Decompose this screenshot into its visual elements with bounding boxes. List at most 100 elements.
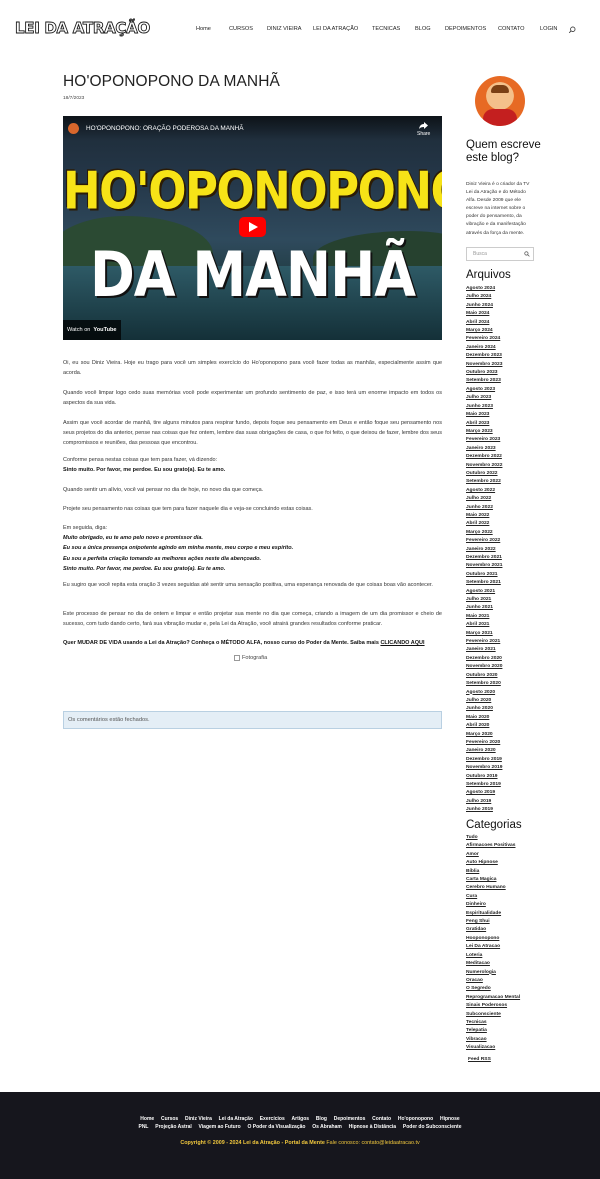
- category-link[interactable]: Espiritualidade: [466, 910, 520, 918]
- site-logo[interactable]: LEI DA ATRAÇÃO: [15, 19, 151, 38]
- archive-link[interactable]: Março 2022: [466, 529, 502, 537]
- footer-link[interactable]: Diniz Vieira: [185, 1116, 212, 1122]
- footer-link[interactable]: Artigos: [292, 1116, 310, 1122]
- category-link[interactable]: Feng Shui: [466, 918, 520, 926]
- category-link[interactable]: Cura: [466, 893, 520, 901]
- archive-link[interactable]: Setembro 2019: [466, 781, 502, 789]
- archive-link[interactable]: Agosto 2019: [466, 789, 502, 797]
- footer-link[interactable]: PNL: [138, 1124, 148, 1130]
- archive-link[interactable]: Junho 2023: [466, 403, 502, 411]
- archive-link[interactable]: Dezembro 2022: [466, 453, 502, 461]
- nav-home[interactable]: Home: [196, 26, 211, 32]
- category-link[interactable]: Numerologia: [466, 969, 520, 977]
- archive-link[interactable]: Dezembro 2023: [466, 352, 502, 360]
- archive-link[interactable]: Agosto 2021: [466, 588, 502, 596]
- archive-link[interactable]: Agosto 2020: [466, 689, 502, 697]
- category-link[interactable]: Gratidao: [466, 926, 520, 934]
- video-title[interactable]: HO'OPONOPONO: ORAÇÃO PODEROSA DA MANHÃ: [86, 125, 243, 132]
- search-input[interactable]: Busca: [473, 251, 487, 257]
- archive-link[interactable]: Outubro 2019: [466, 773, 502, 781]
- category-link[interactable]: Cerebro Humano: [466, 884, 520, 892]
- footer-link[interactable]: Exercícios: [260, 1116, 285, 1122]
- archive-link[interactable]: Maio 2024: [466, 310, 502, 318]
- category-link[interactable]: Carta Magica: [466, 876, 520, 884]
- category-link[interactable]: Bíblia: [466, 868, 520, 876]
- archive-link[interactable]: Julho 2022: [466, 495, 502, 503]
- category-link[interactable]: Amor: [466, 851, 520, 859]
- archive-link[interactable]: Fevereiro 2021: [466, 638, 502, 646]
- archive-link[interactable]: Maio 2021: [466, 613, 502, 621]
- category-link[interactable]: Tecnicas: [466, 1019, 520, 1027]
- archive-link[interactable]: Janeiro 2021: [466, 646, 502, 654]
- footer-link[interactable]: Depoimentos: [334, 1116, 366, 1122]
- sidebar-search[interactable]: Busca: [466, 247, 534, 261]
- footer-link[interactable]: Cursos: [161, 1116, 178, 1122]
- footer-link[interactable]: O Poder da Visualização: [247, 1124, 305, 1130]
- archive-link[interactable]: Junho 2021: [466, 604, 502, 612]
- category-link[interactable]: Tudo: [466, 834, 520, 842]
- archive-link[interactable]: Novembro 2019: [466, 764, 502, 772]
- nav-cursos[interactable]: CURSOS: [229, 26, 253, 32]
- archive-link[interactable]: Fevereiro 2022: [466, 537, 502, 545]
- archive-link[interactable]: Agosto 2023: [466, 386, 502, 394]
- archive-link[interactable]: Outubro 2020: [466, 672, 502, 680]
- archive-link[interactable]: Abril 2024: [466, 319, 502, 327]
- archive-link[interactable]: Dezembro 2021: [466, 554, 502, 562]
- nav-depoimentos[interactable]: DEPOIMENTOS: [445, 26, 486, 32]
- search-icon[interactable]: [524, 251, 530, 257]
- archive-link[interactable]: Outubro 2023: [466, 369, 502, 377]
- archive-link[interactable]: Novembro 2023: [466, 361, 502, 369]
- archive-link[interactable]: Novembro 2021: [466, 562, 502, 570]
- category-link[interactable]: Afirmacoes Positivas: [466, 842, 520, 850]
- archive-link[interactable]: Junho 2022: [466, 504, 502, 512]
- category-link[interactable]: Subconsciente: [466, 1011, 520, 1019]
- archive-link[interactable]: Março 2020: [466, 731, 502, 739]
- footer-link[interactable]: Poder do Subconsciente: [403, 1124, 462, 1130]
- archive-link[interactable]: Maio 2020: [466, 714, 502, 722]
- archive-link[interactable]: Setembro 2021: [466, 579, 502, 587]
- category-link[interactable]: Telepatia: [466, 1027, 520, 1035]
- footer-link[interactable]: Os Abraham: [312, 1124, 342, 1130]
- archive-link[interactable]: Novembro 2020: [466, 663, 502, 671]
- archive-link[interactable]: Julho 2021: [466, 596, 502, 604]
- footer-link[interactable]: Blog: [316, 1116, 327, 1122]
- archive-link[interactable]: Agosto 2024: [466, 285, 502, 293]
- footer-link[interactable]: Viagem ao Futuro: [199, 1124, 241, 1130]
- channel-avatar-icon[interactable]: [68, 123, 79, 134]
- search-icon[interactable]: [568, 26, 576, 34]
- archive-link[interactable]: Janeiro 2024: [466, 344, 502, 352]
- category-link[interactable]: Dinheiro: [466, 901, 520, 909]
- archive-link[interactable]: Julho 2020: [466, 697, 502, 705]
- category-link[interactable]: Loteria: [466, 952, 520, 960]
- category-link[interactable]: Oracao: [466, 977, 520, 985]
- archive-link[interactable]: Julho 2019: [466, 798, 502, 806]
- archive-link[interactable]: Janeiro 2023: [466, 445, 502, 453]
- footer-link[interactable]: Hipnose à Distância: [349, 1124, 397, 1130]
- archive-link[interactable]: Dezembro 2020: [466, 655, 502, 663]
- archive-link[interactable]: Junho 2024: [466, 302, 502, 310]
- category-link[interactable]: Lei Da Atracao: [466, 943, 520, 951]
- footer-link[interactable]: Lei da Atração: [219, 1116, 253, 1122]
- category-link[interactable]: Reprogramacao Mental: [466, 994, 520, 1002]
- youtube-video-embed[interactable]: HO'OPONOPONO: ORAÇÃO PODEROSA DA MANHÃ S…: [63, 116, 442, 340]
- nav-diniz-vieira[interactable]: DINIZ VIEIRA: [267, 26, 302, 32]
- archive-link[interactable]: Junho 2019: [466, 806, 502, 814]
- archive-link[interactable]: Julho 2023: [466, 394, 502, 402]
- archive-link[interactable]: Junho 2020: [466, 705, 502, 713]
- play-button-icon[interactable]: [239, 217, 266, 237]
- archive-link[interactable]: Maio 2022: [466, 512, 502, 520]
- archive-link[interactable]: Fevereiro 2020: [466, 739, 502, 747]
- feed-rss-link[interactable]: Feed RSS: [468, 1057, 491, 1062]
- nav-contato[interactable]: CONTATO: [498, 26, 524, 32]
- category-link[interactable]: O Segredo: [466, 985, 520, 993]
- archive-link[interactable]: Março 2024: [466, 327, 502, 335]
- archive-link[interactable]: Outubro 2022: [466, 470, 502, 478]
- archive-link[interactable]: Março 2021: [466, 630, 502, 638]
- archive-link[interactable]: Março 2023: [466, 428, 502, 436]
- footer-link[interactable]: Contato: [372, 1116, 391, 1122]
- cta-link[interactable]: CLICANDO AQUI: [380, 640, 424, 646]
- archive-link[interactable]: Outubro 2021: [466, 571, 502, 579]
- watch-on-youtube-button[interactable]: Watch on YouTube: [63, 320, 121, 340]
- archive-link[interactable]: Maio 2023: [466, 411, 502, 419]
- archive-link[interactable]: Fevereiro 2023: [466, 436, 502, 444]
